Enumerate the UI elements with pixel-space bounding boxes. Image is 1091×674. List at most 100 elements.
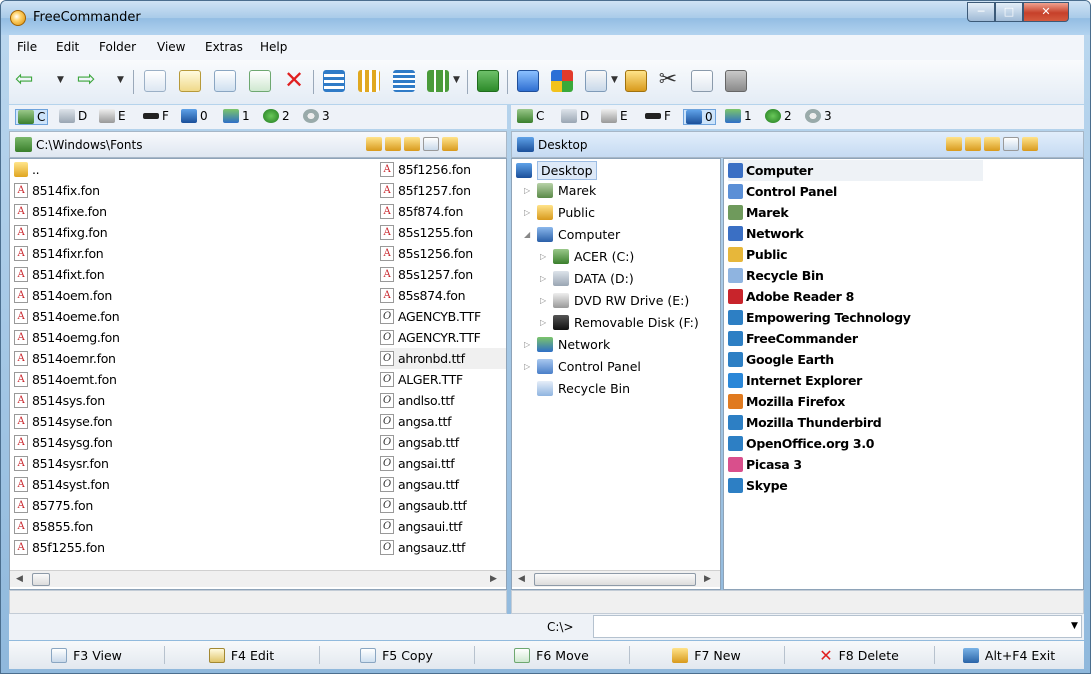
right-path-bar[interactable]: Desktop — [511, 131, 1084, 158]
menu-folder[interactable]: Folder — [99, 40, 136, 54]
windows-icon[interactable] — [551, 70, 573, 92]
paste-icon[interactable] — [725, 70, 747, 92]
left-file-list[interactable]: .. A 8514fix.fon A 8514fixe.fon A 8514fixg.fon… — [9, 158, 507, 590]
file-row[interactable]: O ALGER.TTF — [380, 369, 506, 390]
expand-icon[interactable]: ▷ — [524, 186, 532, 195]
desktop-item[interactable]: Skype — [728, 475, 788, 496]
file-row[interactable]: Oangsau.ttf — [380, 474, 506, 495]
desktop-item[interactable]: Mozilla Firefox — [728, 391, 845, 412]
refresh-icon[interactable] — [477, 70, 499, 92]
folder-up-icon[interactable] — [946, 137, 962, 151]
back-dropdown-icon[interactable]: ▼ — [57, 75, 64, 85]
folder-menu-icon[interactable] — [442, 137, 458, 151]
right-drive-f[interactable]: F — [645, 109, 671, 123]
sync-icon[interactable] — [517, 70, 539, 92]
desktop-item-list[interactable]: Computer Control Panel Marek Network Public R… — [723, 158, 1084, 590]
folder-history-icon[interactable] — [965, 137, 981, 151]
folder-search-icon[interactable] — [1003, 137, 1019, 151]
desktop-item[interactable]: Adobe Reader 8 — [728, 286, 854, 307]
desktop-item[interactable]: Google Earth — [728, 349, 834, 370]
right-drive-2[interactable]: 2 — [765, 109, 792, 123]
folder-up-icon[interactable] — [366, 137, 382, 151]
tree-view-icon[interactable] — [323, 70, 345, 92]
expand-icon[interactable]: ▷ — [540, 296, 548, 305]
expand-icon[interactable]: ▷ — [540, 318, 548, 327]
folder-search-icon[interactable] — [423, 137, 439, 151]
f8-delete-button[interactable]: ✕ F8 Delete — [784, 644, 934, 666]
expand-icon[interactable]: ▷ — [524, 362, 532, 371]
tree-node[interactable]: ▷ Removable Disk (F:) — [540, 315, 699, 330]
settings-window-icon[interactable] — [585, 70, 607, 92]
expand-icon[interactable]: ▷ — [524, 208, 532, 217]
file-row[interactable]: Oangsa.ttf — [380, 411, 506, 432]
left-drive-1[interactable]: 1 — [223, 109, 250, 123]
tools-dropdown-icon[interactable]: ▼ — [611, 75, 618, 85]
desktop-item[interactable]: Picasa 3 — [728, 454, 802, 475]
edit-file-icon[interactable] — [179, 70, 201, 92]
file-row[interactable]: A 8514sys.fon — [14, 390, 374, 411]
file-row[interactable]: A 8514fixr.fon — [14, 243, 374, 264]
scroll-right-icon[interactable]: ▶ — [490, 574, 497, 584]
file-row[interactable]: A 8514oemg.fon — [14, 327, 374, 348]
right-drive-1[interactable]: 1 — [725, 109, 752, 123]
favorites-folder-icon[interactable] — [625, 70, 647, 92]
details-view-icon[interactable] — [393, 70, 415, 92]
file-row[interactable]: O AGENCYR.TTF — [380, 327, 506, 348]
right-drive-d[interactable]: D — [561, 109, 589, 123]
scroll-thumb[interactable] — [32, 573, 50, 586]
favorites-icon[interactable] — [984, 137, 1000, 151]
tree-node[interactable]: Recycle Bin — [524, 381, 630, 396]
left-drive-2[interactable]: 2 — [263, 109, 290, 123]
expand-icon[interactable]: ▷ — [540, 274, 548, 283]
desktop-item[interactable]: Control Panel — [728, 181, 837, 202]
tree-node[interactable]: ▷ Public — [524, 205, 595, 220]
file-row[interactable]: A 85f1257.fon — [380, 180, 506, 201]
left-drive-d[interactable]: D — [59, 109, 87, 123]
file-row[interactable]: A 8514syse.fon — [14, 411, 374, 432]
folder-tree[interactable]: Desktop ▷ Marek ▷ Public ◢ Computer ▷ ACER (C:) ▷… — [511, 158, 721, 590]
menu-edit[interactable]: Edit — [56, 40, 79, 54]
file-row[interactable]: A 8514fixe.fon — [14, 201, 374, 222]
desktop-item[interactable]: OpenOffice.org 3.0 — [728, 433, 874, 454]
file-row[interactable]: A 8514oemt.fon — [14, 369, 374, 390]
scroll-thumb[interactable] — [534, 573, 696, 586]
file-row[interactable]: A 85s1256.fon — [380, 243, 506, 264]
list-view-icon[interactable] — [358, 70, 380, 92]
desktop-item[interactable]: Marek — [728, 202, 789, 223]
command-input[interactable] — [593, 615, 1082, 638]
file-row[interactable]: A 8514sysg.fon — [14, 432, 374, 453]
f6-move-button[interactable]: F6 Move — [474, 644, 629, 666]
file-row[interactable]: Oandlso.ttf — [380, 390, 506, 411]
left-drive-e[interactable]: E — [99, 109, 126, 123]
scroll-right-icon[interactable]: ▶ — [704, 574, 711, 584]
tree-node[interactable]: ▷ Network — [524, 337, 610, 352]
tree-horizontal-scrollbar[interactable]: ◀ ▶ — [512, 570, 720, 587]
view-dropdown-icon[interactable]: ▼ — [453, 75, 460, 85]
file-row[interactable]: A 85s874.fon — [380, 285, 506, 306]
file-row[interactable]: Oangsai.ttf — [380, 453, 506, 474]
maximize-button[interactable]: □ — [995, 2, 1023, 22]
view-file-icon[interactable] — [144, 70, 166, 92]
desktop-item[interactable]: Internet Explorer — [728, 370, 862, 391]
desktop-item[interactable]: Mozilla Thunderbird — [728, 412, 882, 433]
desktop-item[interactable]: Public — [728, 244, 787, 265]
left-horizontal-scrollbar[interactable]: ◀ ▶ — [10, 570, 506, 587]
copy-icon[interactable] — [691, 70, 713, 92]
file-row[interactable]: A 8514oemr.fon — [14, 348, 374, 369]
file-row[interactable]: A 85f874.fon — [380, 201, 506, 222]
menu-extras[interactable]: Extras — [205, 40, 243, 54]
left-drive-3[interactable]: 3 — [303, 109, 330, 123]
right-drive-3[interactable]: 3 — [805, 109, 832, 123]
file-row[interactable]: A 8514fixg.fon — [14, 222, 374, 243]
tree-node[interactable]: Desktop — [516, 161, 597, 180]
file-row[interactable]: A 85855.fon — [14, 516, 374, 537]
expand-icon[interactable]: ▷ — [524, 340, 532, 349]
file-row[interactable]: A 85f1256.fon — [380, 159, 506, 180]
file-row[interactable]: A 8514fixt.fon — [14, 264, 374, 285]
expand-icon[interactable]: ◢ — [524, 230, 532, 239]
tree-node[interactable]: ◢ Computer — [524, 227, 620, 242]
tree-node[interactable]: ▷ DATA (D:) — [540, 271, 634, 286]
tree-node[interactable]: ▷ ACER (C:) — [540, 249, 634, 264]
f3-view-button[interactable]: F3 View — [9, 644, 164, 666]
back-arrow-icon[interactable]: ⇦ — [15, 69, 37, 92]
